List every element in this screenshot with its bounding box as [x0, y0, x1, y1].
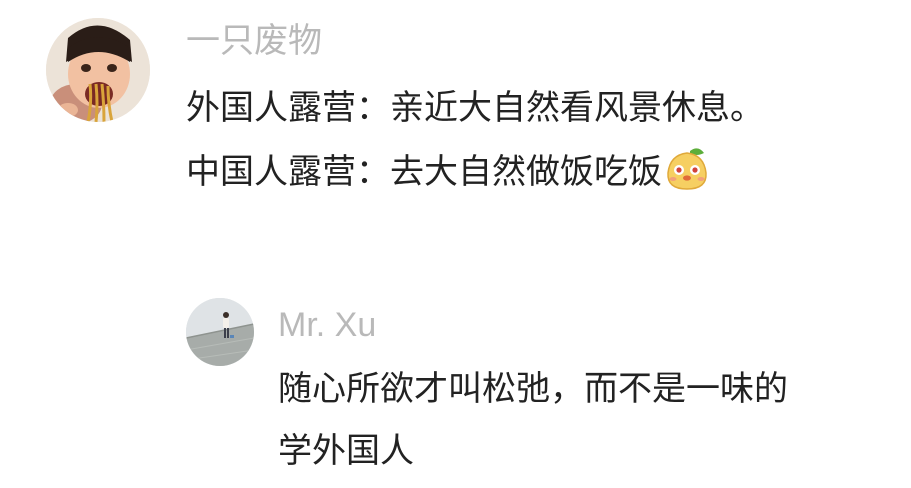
reply-text-line: 随心所欲才叫松弛，而不是一味的 — [278, 369, 788, 409]
person-on-wall-avatar-icon — [186, 298, 254, 366]
comment-author[interactable]: 一只废物 — [186, 18, 322, 64]
comment-text-line: 外国人露营：亲近大自然看风景休息。 — [186, 88, 764, 128]
avatar[interactable] — [46, 18, 150, 122]
child-eating-noodles-avatar-icon — [46, 18, 150, 122]
smiling-pear-emoji-icon — [664, 147, 710, 191]
reply-text-line: 学外国人 — [278, 431, 414, 471]
avatar[interactable] — [186, 298, 254, 366]
comment-text: 中国人露营：去大自然做饭吃饭 — [186, 152, 662, 192]
comment-text-line: 中国人露营：去大自然做饭吃饭 — [186, 147, 710, 195]
reply-author[interactable]: Mr. Xu — [278, 302, 376, 348]
